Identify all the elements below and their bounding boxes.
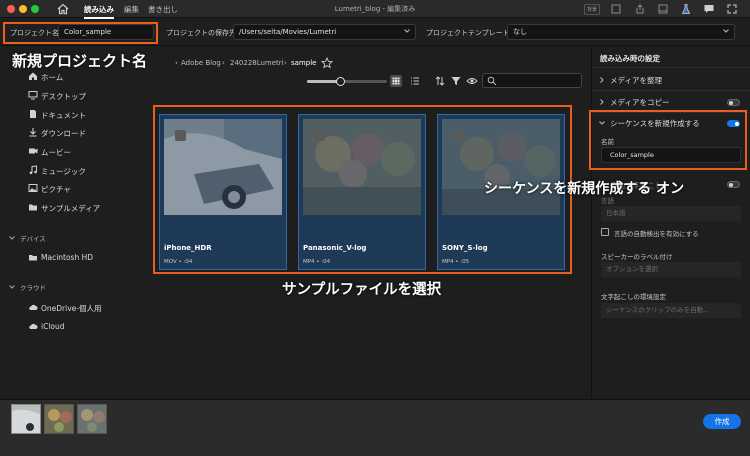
title-bar: 読み込み 編集 書き出し Lumetri_blog - 編集済み 背景 — [0, 0, 750, 19]
annotation-select-files: サンプルファイルを選択 — [282, 282, 442, 298]
copy-media-row[interactable]: メディアをコピー — [610, 97, 669, 108]
panel-icon[interactable] — [657, 3, 669, 15]
expand-icon[interactable] — [726, 3, 738, 15]
language-select[interactable]: 日本語 — [601, 206, 741, 221]
fullscreen-icon[interactable] — [610, 3, 622, 15]
chevron-right-icon[interactable] — [599, 77, 605, 83]
download-icon — [29, 128, 37, 137]
sort-icon[interactable] — [434, 75, 446, 87]
import-settings-panel: 読み込み時の設定 メディアを整理 メディアをコピー シーケンスを新規作成する 名… — [591, 47, 750, 399]
sidebar: ホーム デスクトップ ドキュメント ダウンロード ムービー ミュージック ピクチ… — [0, 47, 155, 399]
detect-language-checkbox[interactable] — [601, 228, 609, 236]
search-input[interactable] — [482, 73, 582, 88]
transcribe-prefs-select[interactable]: シーケンスのクリップのみを自動... — [601, 303, 741, 318]
breadcrumb-separator: › — [222, 59, 225, 67]
breadcrumb-240228lumetri[interactable]: 240228Lumetri — [230, 59, 284, 67]
star-icon[interactable] — [321, 57, 333, 69]
breadcrumb-separator: › — [175, 59, 178, 67]
grid-view-icon[interactable] — [390, 75, 402, 87]
filter-icon[interactable] — [450, 75, 462, 87]
sequence-highlight — [589, 110, 747, 170]
transcribe-prefs-label: 文字起こしの環境設定 — [601, 293, 666, 301]
sidebar-item-music[interactable]: ミュージック — [41, 166, 86, 177]
movie-icon — [29, 148, 38, 154]
panel-title: 読み込み時の設定 — [600, 54, 660, 63]
chevron-right-icon[interactable] — [599, 99, 605, 105]
sidebar-item-downloads[interactable]: ダウンロード — [41, 128, 86, 139]
sidebar-item-icloud[interactable]: iCloud — [41, 322, 65, 331]
tray-thumbnail-3[interactable] — [77, 404, 107, 434]
document-icon — [30, 110, 36, 118]
toggle-knob — [729, 101, 733, 105]
sidebar-item-documents[interactable]: ドキュメント — [41, 110, 86, 121]
sidebar-item-movies[interactable]: ムービー — [41, 147, 71, 158]
list-view-icon[interactable] — [409, 75, 421, 87]
chevron-down-icon — [723, 29, 729, 33]
breadcrumb-sample[interactable]: sample — [291, 59, 316, 67]
create-button[interactable]: 作成 — [703, 414, 741, 429]
cloud-header[interactable]: クラウド — [20, 282, 46, 292]
tray-preview-image — [12, 405, 40, 433]
thumbnail-size-slider[interactable] — [307, 77, 387, 86]
share-icon[interactable] — [634, 3, 646, 15]
sidebar-item-sample-media[interactable]: サンプルメディア — [41, 203, 100, 214]
breadcrumb-separator: › — [284, 59, 287, 67]
sidebar-item-macintosh-hd[interactable]: Macintosh HD — [41, 253, 93, 262]
flask-icon[interactable] — [680, 3, 692, 15]
annotation-project-name: 新規プロジェクト名 — [12, 52, 148, 70]
annotation-sequence-on: シーケンスを新規作成する オン — [484, 181, 685, 197]
breadcrumb-adobe-blog[interactable]: Adobe Blog — [181, 59, 221, 67]
project-location-select[interactable]: /Users/seita/Movies/Lumetri — [233, 24, 416, 40]
picture-icon — [28, 184, 38, 192]
project-location-value: /Users/seita/Movies/Lumetri — [239, 28, 337, 36]
project-name-highlight — [3, 22, 158, 44]
tray-preview-image — [45, 405, 73, 433]
chevron-down-icon — [404, 29, 410, 33]
chevron-down-icon[interactable] — [9, 235, 15, 241]
sidebar-item-onedrive[interactable]: OneDrive-個人用 — [41, 303, 101, 314]
divider — [592, 67, 750, 68]
music-icon — [29, 165, 37, 175]
sidebar-item-desktop[interactable]: デスクトップ — [41, 91, 86, 102]
desktop-icon — [28, 91, 38, 100]
project-template-label: プロジェクトテンプレート — [426, 29, 510, 37]
toggle-knob — [729, 183, 733, 187]
sidebar-item-pictures[interactable]: ピクチャ — [41, 184, 71, 195]
folder-icon — [29, 204, 37, 211]
devices-header[interactable]: デバイス — [20, 233, 46, 243]
home-icon — [29, 72, 37, 80]
search-icon — [487, 76, 497, 86]
tray-thumbnail-2[interactable] — [44, 404, 74, 434]
speaker-select[interactable]: オプションを選択 — [601, 262, 741, 277]
selected-clips-tray: 作成 — [0, 399, 750, 456]
drive-icon — [29, 255, 37, 261]
detect-language-label: 言語の自動検出を有効にする — [614, 230, 699, 238]
tray-preview-image — [78, 405, 106, 433]
background-badge[interactable]: 背景 — [584, 4, 601, 15]
thumbnail-size-handle[interactable] — [336, 77, 346, 86]
copy-media-toggle[interactable] — [727, 99, 740, 106]
feedback-icon[interactable] — [703, 3, 715, 15]
organize-media-row[interactable]: メディアを整理 — [610, 75, 662, 86]
project-location-label: プロジェクトの保存先 — [166, 29, 236, 37]
eye-icon[interactable] — [466, 75, 478, 87]
sidebar-item-home[interactable]: ホーム — [41, 72, 63, 83]
auto-transcribe-toggle[interactable] — [727, 181, 740, 188]
chevron-down-icon[interactable] — [9, 284, 15, 290]
project-template-select[interactable]: なし — [507, 24, 735, 40]
tray-thumbnail-1[interactable] — [11, 404, 41, 434]
speaker-label: スピーカーのラベル付け — [601, 253, 673, 261]
cloud-icon — [29, 304, 38, 310]
divider — [592, 90, 750, 91]
cloud-icon — [29, 323, 38, 329]
project-template-value: なし — [513, 28, 527, 36]
